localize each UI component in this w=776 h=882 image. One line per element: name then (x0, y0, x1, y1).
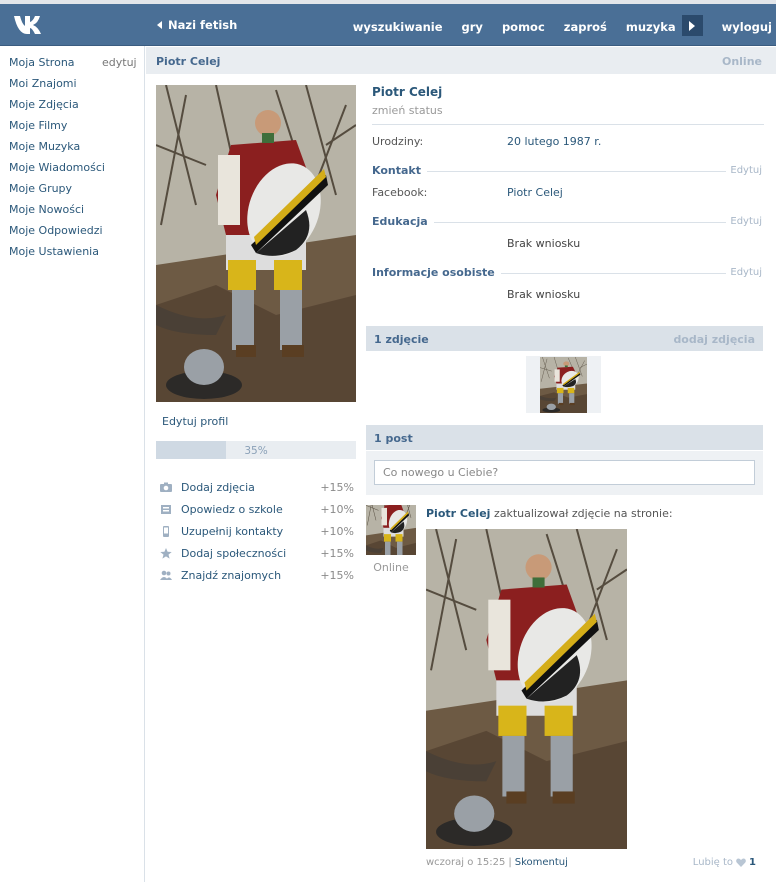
play-icon (689, 20, 696, 31)
like-count: 1 (749, 857, 756, 868)
sidebar-item-news[interactable]: Moje Nowości (9, 203, 105, 224)
progress-label: 35% (244, 445, 268, 457)
page-title: Piotr Celej (156, 55, 221, 68)
post-timestamp[interactable]: wczoraj o 15:25 (426, 857, 505, 868)
post-header: Piotr Celej zaktualizował zdjęcie na str… (426, 507, 673, 520)
sidebar-item-groups[interactable]: Moje Grupy (9, 182, 105, 203)
wall-composer (366, 451, 763, 495)
post-photo[interactable] (426, 529, 627, 849)
education-section-title: Edukacja (372, 215, 434, 228)
sidebar-item-music[interactable]: Moje Muzyka (9, 140, 105, 161)
photos-section-header: 1 zdjęcie dodaj zdjęcia (366, 326, 763, 351)
nav-search[interactable]: wyszukiwanie (353, 20, 443, 34)
photos-count[interactable]: 1 zdjęcie (374, 333, 429, 346)
divider (372, 124, 764, 125)
camera-icon (160, 482, 172, 492)
change-status-link[interactable]: zmień status (372, 104, 764, 117)
online-status: Online (721, 55, 762, 68)
task-communities[interactable]: Dodaj społeczności +15% (160, 542, 354, 564)
profile-tasks: Dodaj zdjęcia +15% Opowiedz o szkole +10… (160, 476, 354, 586)
education-value: Brak wniosku (507, 237, 581, 250)
personal-section-title: Informacje osobiste (372, 266, 501, 279)
page-header: Piotr Celej Online (146, 47, 776, 74)
birthday-value[interactable]: 20 lutego 1987 r. (507, 135, 601, 148)
arrow-left-icon (157, 21, 162, 29)
task-add-photos[interactable]: Dodaj zdjęcia +15% (160, 476, 354, 498)
star-icon (160, 547, 172, 559)
profile-completion-bar: 35% (156, 441, 356, 459)
contact-edit-link[interactable]: Edytuj (730, 165, 762, 176)
comment-link[interactable]: Skomentuj (515, 857, 568, 868)
school-icon (161, 504, 171, 514)
facebook-link[interactable]: Piotr Celej (507, 186, 563, 199)
photo-thumbnail[interactable] (540, 357, 587, 413)
top-nav-menu: wyszukiwanie gry pomoc zaproś muzyka wyl… (353, 15, 776, 36)
wall-section-header: 1 post (366, 425, 763, 450)
post-action-text: zaktualizował zdjęcie na stronie: (493, 507, 673, 520)
education-edit-link[interactable]: Edytuj (730, 216, 762, 227)
sidebar-item-messages[interactable]: Moje Wiadomości (9, 161, 105, 182)
personal-value: Brak wniosku (507, 288, 581, 301)
friends-icon (160, 570, 172, 580)
edit-profile-link[interactable]: Edytuj profil (162, 415, 228, 428)
task-contacts[interactable]: Uzupełnij kontakty +10% (160, 520, 354, 542)
profile-info-header: Piotr Celej zmień status (372, 85, 764, 125)
new-post-input[interactable] (374, 460, 755, 485)
back-link[interactable]: Nazi fetish (157, 18, 237, 32)
post-author-link[interactable]: Piotr Celej (426, 507, 490, 520)
logout-link[interactable]: wyloguj (722, 20, 772, 34)
nav-games[interactable]: gry (462, 20, 483, 34)
heart-icon (736, 858, 746, 867)
back-link-label: Nazi fetish (168, 18, 238, 32)
personal-edit-link[interactable]: Edytuj (730, 267, 762, 278)
education-section-header: Edukacja Edytuj (372, 215, 762, 229)
contact-section-header: Kontakt Edytuj (372, 164, 762, 178)
post-author-avatar[interactable] (366, 505, 416, 555)
add-photos-link[interactable]: dodaj zdjęcia (673, 333, 755, 346)
sidebar-item-my-page[interactable]: Moja Strona (9, 56, 105, 77)
sidebar-item-settings[interactable]: Moje Ustawienia (9, 245, 105, 266)
photos-strip (526, 356, 601, 413)
like-label: Lubię to (692, 857, 734, 868)
birthday-label: Urodziny: (372, 135, 424, 148)
task-school[interactable]: Opowiedz o szkole +10% (160, 498, 354, 520)
like-button[interactable]: Lubię to 1 (693, 857, 756, 868)
personal-section-header: Informacje osobiste Edytuj (372, 266, 762, 280)
profile-name: Piotr Celej (372, 85, 443, 99)
nav-help[interactable]: pomoc (502, 20, 545, 34)
posts-count[interactable]: 1 post (374, 432, 413, 445)
task-find-friends[interactable]: Znajdź znajomych +15% (160, 564, 354, 586)
facebook-label: Facebook: (372, 186, 428, 199)
top-navigation-bar: Nazi fetish wyszukiwanie gry pomoc zapro… (0, 0, 776, 46)
contact-section-title: Kontakt (372, 164, 427, 177)
post-author-online: Online (373, 561, 409, 574)
vk-logo-icon[interactable] (13, 13, 49, 37)
nav-music[interactable]: muzyka (626, 20, 676, 34)
sidebar-item-photos[interactable]: Moje Zdjęcia (9, 98, 105, 119)
sidebar-edit-link[interactable]: edytuj (102, 56, 137, 69)
sidebar-item-videos[interactable]: Moje Filmy (9, 119, 105, 140)
sidebar-item-friends[interactable]: Moi Znajomi (9, 77, 105, 98)
play-button[interactable] (681, 15, 703, 36)
left-sidebar: edytuj Moja Strona Moi Znajomi Moje Zdję… (0, 46, 145, 882)
sidebar-item-answers[interactable]: Moje Odpowiedzi (9, 224, 105, 245)
sidebar-menu: Moja Strona Moi Znajomi Moje Zdjęcia Moj… (9, 56, 105, 266)
phone-icon (163, 525, 169, 537)
post-footer: wczoraj o 15:25 | Skomentuj (426, 857, 568, 868)
nav-invite[interactable]: zaproś (564, 20, 607, 34)
profile-photo[interactable] (156, 85, 356, 402)
